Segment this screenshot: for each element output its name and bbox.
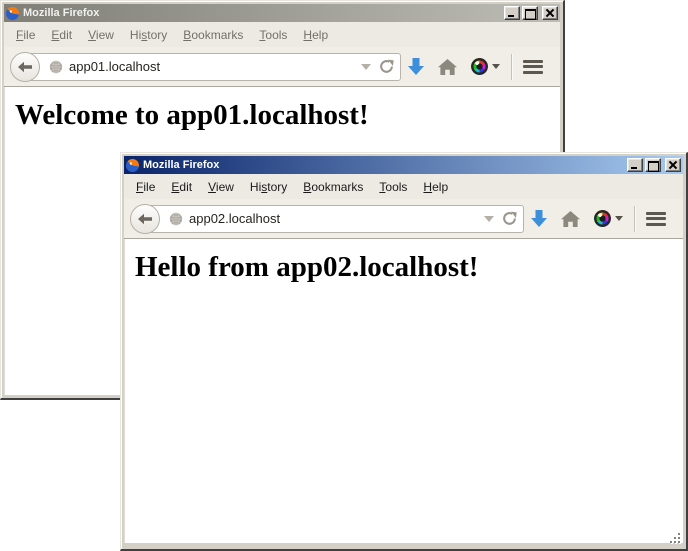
home-icon	[561, 211, 580, 227]
addon-dropdown-icon[interactable]	[492, 64, 500, 69]
menu-tools[interactable]: Tools	[371, 177, 415, 197]
toolbar-divider	[511, 54, 512, 80]
menu-edit[interactable]: Edit	[43, 25, 80, 45]
page-content: Hello from app02.localhost!	[124, 239, 683, 543]
url-text[interactable]: app02.localhost	[189, 211, 480, 226]
home-icon	[438, 59, 457, 75]
menu-history[interactable]: History	[122, 25, 175, 45]
color-wheel-icon	[594, 210, 611, 227]
url-dropdown-icon[interactable]	[361, 64, 371, 70]
addon-button[interactable]	[587, 204, 630, 234]
menu-view[interactable]: View	[80, 25, 122, 45]
maximize-button[interactable]	[522, 6, 538, 20]
close-button[interactable]	[542, 6, 558, 20]
reload-icon[interactable]	[502, 211, 517, 226]
menu-bar: File Edit View History Bookmarks Tools H…	[124, 174, 683, 199]
firefox-window-app02: Mozilla Firefox File Edit View History B…	[120, 152, 688, 551]
maximize-button[interactable]	[645, 158, 661, 172]
menu-tools[interactable]: Tools	[251, 25, 295, 45]
menu-bookmarks[interactable]: Bookmarks	[295, 177, 371, 197]
reload-icon[interactable]	[379, 59, 394, 74]
hamburger-icon	[523, 60, 543, 74]
url-input[interactable]: app02.localhost	[144, 205, 524, 233]
download-button[interactable]	[524, 204, 554, 234]
app-menu-button[interactable]	[516, 52, 550, 82]
menu-bookmarks[interactable]: Bookmarks	[175, 25, 251, 45]
titlebar[interactable]: Mozilla Firefox	[4, 4, 560, 22]
menu-view[interactable]: View	[200, 177, 242, 197]
close-button[interactable]	[665, 158, 681, 172]
resize-grip-icon[interactable]	[670, 533, 683, 546]
navigation-toolbar: app01.localhost	[4, 47, 560, 87]
color-wheel-icon	[471, 58, 488, 75]
download-arrow-icon	[408, 58, 424, 76]
minimize-button[interactable]	[504, 6, 520, 20]
hamburger-icon	[646, 212, 666, 226]
back-button[interactable]	[130, 204, 160, 234]
addon-dropdown-icon[interactable]	[615, 216, 623, 221]
globe-icon[interactable]	[49, 60, 63, 74]
toolbar-divider	[634, 206, 635, 232]
download-arrow-icon	[531, 210, 547, 228]
menu-help[interactable]: Help	[295, 25, 336, 45]
firefox-logo-icon[interactable]	[6, 7, 19, 20]
back-arrow-icon	[137, 211, 153, 227]
minimize-button[interactable]	[627, 158, 643, 172]
menu-file[interactable]: File	[128, 177, 163, 197]
menu-edit[interactable]: Edit	[163, 177, 200, 197]
firefox-logo-icon[interactable]	[126, 159, 139, 172]
url-input[interactable]: app01.localhost	[24, 53, 401, 81]
download-button[interactable]	[401, 52, 431, 82]
window-title: Mozilla Firefox	[23, 7, 504, 19]
addon-button[interactable]	[464, 52, 507, 82]
home-button[interactable]	[554, 204, 587, 234]
menu-file[interactable]: File	[8, 25, 43, 45]
url-dropdown-icon[interactable]	[484, 216, 494, 222]
back-button[interactable]	[10, 52, 40, 82]
globe-icon[interactable]	[169, 212, 183, 226]
window-title: Mozilla Firefox	[143, 159, 627, 171]
titlebar[interactable]: Mozilla Firefox	[124, 156, 683, 174]
navigation-toolbar: app02.localhost	[124, 199, 683, 239]
home-button[interactable]	[431, 52, 464, 82]
app-menu-button[interactable]	[639, 204, 673, 234]
back-arrow-icon	[17, 59, 33, 75]
page-heading: Welcome to app01.localhost!	[15, 99, 560, 132]
page-heading: Hello from app02.localhost!	[135, 251, 683, 284]
menu-history[interactable]: History	[242, 177, 295, 197]
url-text[interactable]: app01.localhost	[69, 59, 357, 74]
menu-bar: File Edit View History Bookmarks Tools H…	[4, 22, 560, 47]
menu-help[interactable]: Help	[415, 177, 456, 197]
